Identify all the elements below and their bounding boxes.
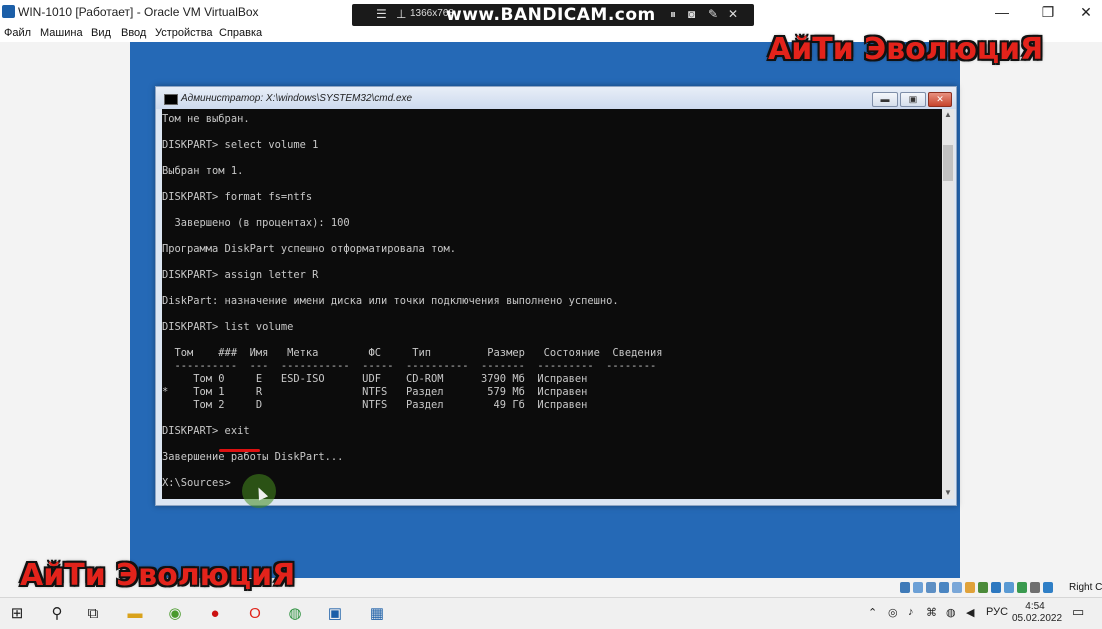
menu-file[interactable]: Файл bbox=[4, 27, 31, 39]
network-tray-icon[interactable]: ⌘ bbox=[926, 606, 937, 619]
vm-right-margin bbox=[960, 42, 1102, 578]
close-icon[interactable]: ✕ bbox=[728, 7, 738, 21]
menu-view[interactable]: Вид bbox=[91, 27, 111, 39]
hard-disk-icon[interactable] bbox=[900, 582, 910, 593]
vm-left-margin bbox=[0, 42, 130, 578]
scrollbar-thumb[interactable] bbox=[943, 145, 953, 181]
cmd-icon bbox=[164, 94, 178, 105]
clock[interactable]: 4:54 05.02.2022 bbox=[1012, 601, 1063, 625]
network-icon[interactable] bbox=[939, 582, 949, 593]
menu-machine[interactable]: Машина bbox=[40, 27, 83, 39]
menu-devices[interactable]: Устройства bbox=[155, 27, 213, 39]
utorrent-icon[interactable]: ◉ bbox=[162, 601, 188, 627]
host-key-icon[interactable] bbox=[1043, 582, 1053, 593]
bandicam-icon[interactable]: ● bbox=[202, 601, 228, 627]
cmd-maximize-button[interactable]: ▣ bbox=[900, 92, 926, 107]
audio-icon[interactable] bbox=[926, 582, 936, 593]
recording-icon[interactable] bbox=[991, 582, 1001, 593]
microphone-icon[interactable]: ♪ bbox=[908, 606, 914, 618]
cmd-title-bar[interactable]: Администратор: X:\windows\SYSTEM32\cmd.e… bbox=[156, 87, 956, 109]
watermark-bottom: АйТи ЭволюциЯ bbox=[20, 558, 296, 593]
minimize-button[interactable]: — bbox=[982, 0, 1022, 24]
console-text: Том не выбран. DISKPART> select volume 1… bbox=[162, 113, 663, 489]
mouse-integration-icon[interactable] bbox=[1017, 582, 1027, 593]
menu-help[interactable]: Справка bbox=[219, 27, 262, 39]
globe-icon[interactable]: ◍ bbox=[946, 606, 956, 619]
console-output[interactable]: Том не выбран. DISKPART> select volume 1… bbox=[162, 109, 942, 499]
scroll-down-icon[interactable]: ▼ bbox=[942, 487, 954, 499]
clock-time: 4:54 bbox=[1025, 601, 1045, 612]
opera-icon[interactable]: O bbox=[242, 601, 268, 627]
host-key-label: Right Ctrl bbox=[1069, 582, 1102, 593]
cmd-close-button[interactable]: ✕ bbox=[928, 92, 952, 107]
virtualbox-taskbar-icon[interactable]: ▣ bbox=[322, 601, 348, 627]
vm-window-taskbar-icon[interactable]: ▦ bbox=[364, 601, 390, 627]
input-language[interactable]: РУС bbox=[986, 606, 1008, 618]
watermark-top: АйТи ЭволюциЯ bbox=[768, 32, 1044, 67]
file-explorer-icon[interactable]: ▬ bbox=[122, 601, 148, 627]
notifications-icon[interactable]: ▭ bbox=[1072, 604, 1084, 620]
keyboard-icon[interactable] bbox=[1030, 582, 1040, 593]
maximize-button[interactable]: ❐ bbox=[1028, 0, 1068, 24]
virtualbox-icon bbox=[2, 5, 15, 18]
close-button[interactable]: ✕ bbox=[1066, 0, 1102, 24]
scroll-up-icon[interactable]: ▲ bbox=[942, 109, 954, 121]
vm-status-bar: Right Ctrl bbox=[898, 580, 1102, 596]
console-scrollbar[interactable]: ▲ ▼ bbox=[942, 109, 954, 499]
clock-date: 05.02.2022 bbox=[1012, 613, 1063, 624]
tray-chevron-icon[interactable]: ⌃ bbox=[868, 606, 877, 619]
tray-app-icon[interactable]: ◎ bbox=[888, 606, 898, 619]
host-window-title: WIN-1010 [Работает] - Oracle VM VirtualB… bbox=[18, 5, 259, 19]
chrome-icon[interactable]: ◍ bbox=[282, 601, 308, 627]
bandicam-logo: www.BANDICAM.com bbox=[446, 5, 656, 25]
cmd-title: Администратор: X:\windows\SYSTEM32\cmd.e… bbox=[181, 93, 413, 104]
start-icon[interactable]: ⊞ bbox=[4, 601, 30, 627]
cmd-window[interactable]: Администратор: X:\windows\SYSTEM32\cmd.e… bbox=[155, 86, 957, 506]
pause-icon[interactable]: ⏸ bbox=[670, 7, 676, 22]
cmd-minimize-button[interactable]: ▬ bbox=[872, 92, 898, 107]
menu-input[interactable]: Ввод bbox=[121, 27, 146, 39]
exit-highlight-underline bbox=[219, 449, 260, 452]
volume-icon[interactable]: ◀ bbox=[966, 606, 974, 619]
shared-folders-icon[interactable] bbox=[965, 582, 975, 593]
optical-drive-icon[interactable] bbox=[913, 582, 923, 593]
task-view-icon[interactable]: ⧉ bbox=[80, 601, 106, 627]
menu-icon[interactable]: ☰ bbox=[376, 7, 387, 21]
usb-icon[interactable] bbox=[952, 582, 962, 593]
display-icon[interactable] bbox=[978, 582, 988, 593]
taskbar: ⊞ ⚲ ⧉ ▬ ◉ ● O ◍ ▣ ▦ ⌃ ◎ ♪ ⌘ ◍ ◀ РУС 4:54… bbox=[0, 597, 1102, 629]
pencil-icon[interactable]: ✎ bbox=[708, 7, 718, 21]
bandicam-toolbar: ☰ ⊥ 1366x768 www.BANDICAM.com ⏸ ◙ ✎ ✕ bbox=[352, 4, 754, 26]
pin-icon[interactable]: ⊥ bbox=[396, 7, 406, 21]
camera-icon[interactable]: ◙ bbox=[688, 7, 695, 21]
cpu-icon[interactable] bbox=[1004, 582, 1014, 593]
search-icon[interactable]: ⚲ bbox=[44, 601, 70, 627]
